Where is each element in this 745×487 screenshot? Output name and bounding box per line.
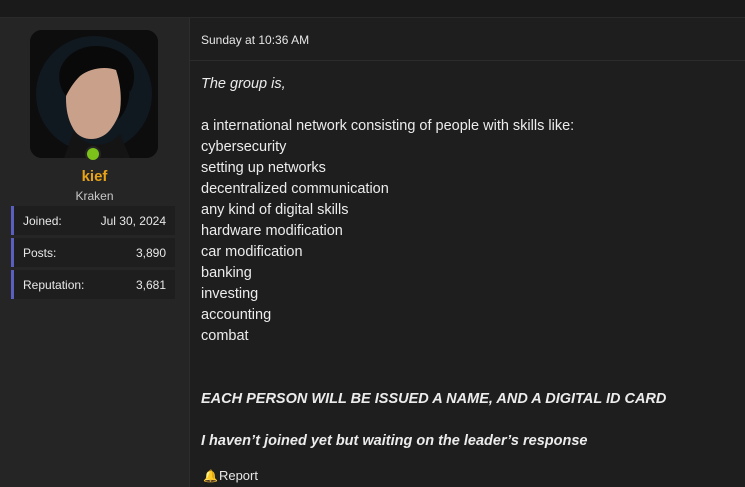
username[interactable]: kief <box>0 168 189 185</box>
bell-icon: 🔔 <box>203 469 218 483</box>
stat-value: 3,890 <box>135 246 166 260</box>
stat-value: 3,681 <box>135 278 166 292</box>
online-status-indicator <box>85 146 101 162</box>
divider <box>190 60 745 61</box>
post-body: The group is, a international network co… <box>201 74 741 452</box>
user-title: Kraken <box>75 189 114 203</box>
stat-label: Posts: <box>23 246 57 260</box>
avatar[interactable] <box>30 30 158 158</box>
skill-item: accounting <box>201 307 272 323</box>
forum-post-page: kief Kraken Joined: Jul 30, 2024 Posts: … <box>0 0 745 487</box>
post-intro: The group is, <box>201 76 286 92</box>
stat-value: Jul 30, 2024 <box>100 214 166 228</box>
avatar-image <box>30 30 158 158</box>
report-label: Report <box>218 468 258 483</box>
skill-item: hardware modification <box>201 223 343 239</box>
post-headline: EACH PERSON WILL BE ISSUED A NAME, AND A… <box>201 391 667 407</box>
report-link[interactable]: 🔔Report <box>203 468 258 483</box>
top-strip <box>0 0 745 18</box>
post-note: I haven’t joined yet but waiting on the … <box>201 433 588 449</box>
skill-item: car modification <box>201 244 303 260</box>
skill-item: investing <box>201 286 259 302</box>
stat-label: Joined: <box>23 214 62 228</box>
skill-item: any kind of digital skills <box>201 202 349 218</box>
stat-row-joined: Joined: Jul 30, 2024 <box>11 206 175 235</box>
skill-item: decentralized communication <box>201 181 389 197</box>
post-lead: a international network consisting of pe… <box>201 118 575 134</box>
user-panel: kief Kraken Joined: Jul 30, 2024 Posts: … <box>0 18 190 487</box>
stat-label: Reputation: <box>23 278 85 292</box>
skill-item: cybersecurity <box>201 139 287 155</box>
stat-row-posts: Posts: 3,890 <box>11 238 175 267</box>
post-timestamp[interactable]: Sunday at 10:36 AM <box>201 33 309 47</box>
skill-item: setting up networks <box>201 160 326 176</box>
post-area: Sunday at 10:36 AM The group is, a inter… <box>190 18 745 487</box>
skill-item: banking <box>201 265 252 281</box>
skill-item: combat <box>201 328 249 344</box>
stat-row-reputation: Reputation: 3,681 <box>11 270 175 299</box>
